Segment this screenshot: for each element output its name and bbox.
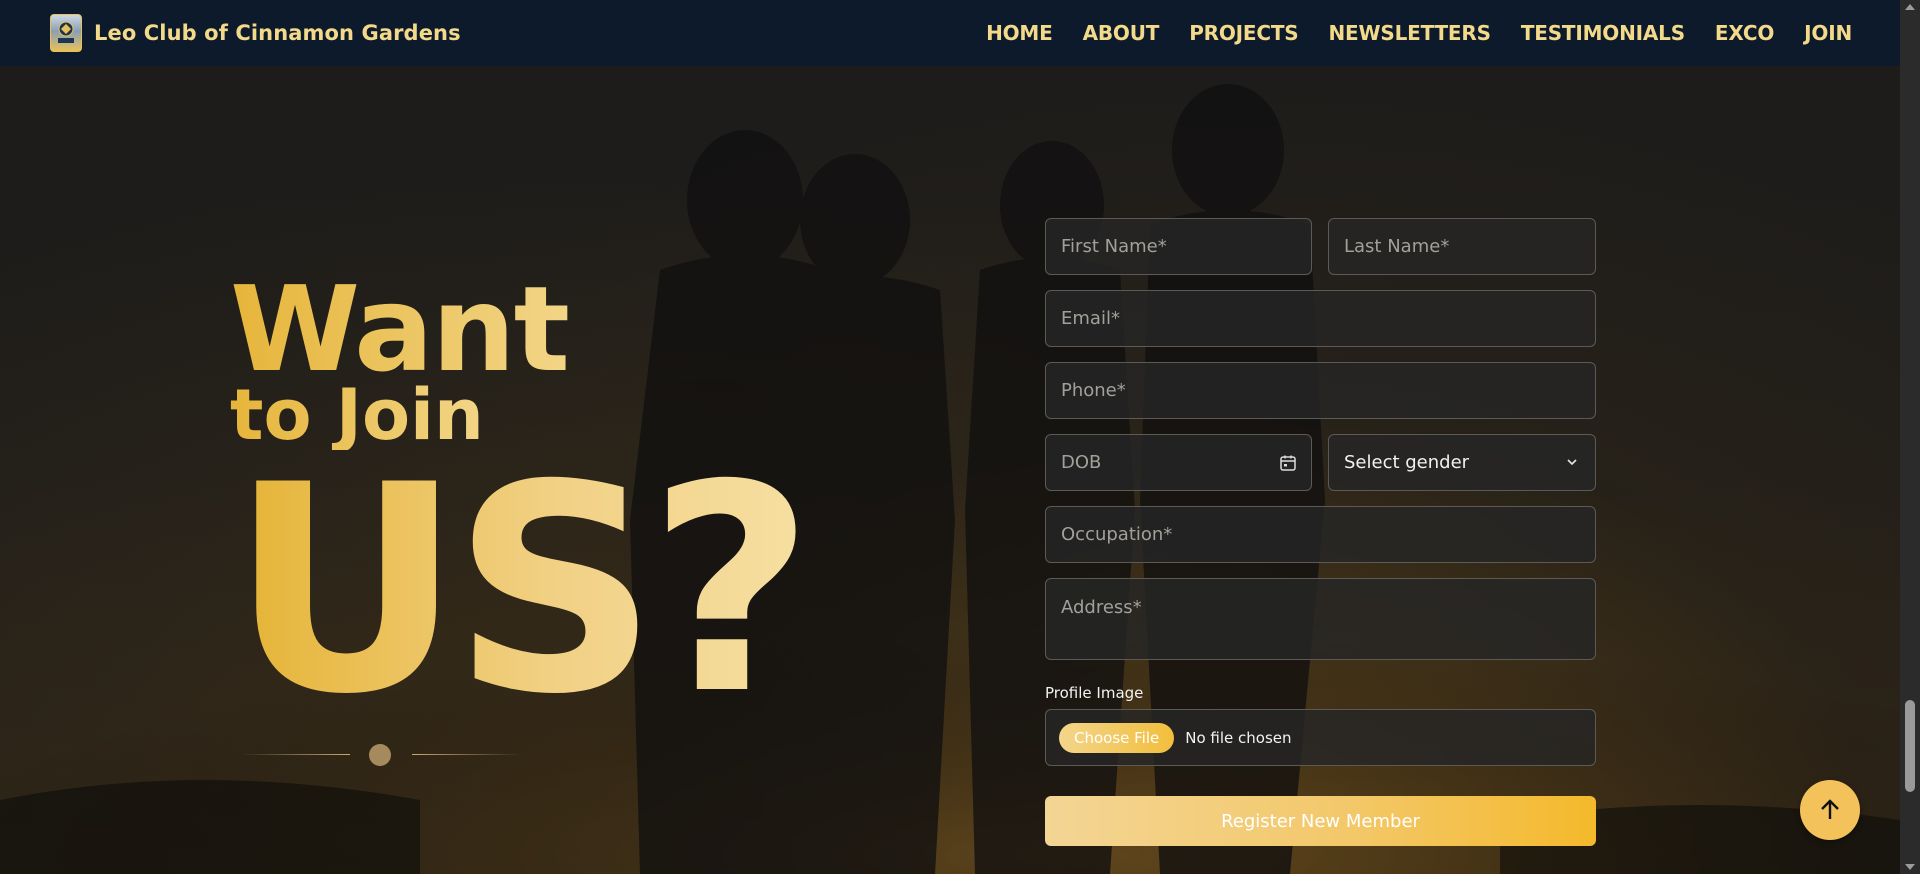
- file-status: No file chosen: [1185, 728, 1292, 747]
- chevron-down-icon: [1567, 459, 1577, 466]
- address-placeholder: Address*: [1061, 597, 1142, 618]
- profile-image-input[interactable]: Choose File No file chosen: [1045, 709, 1596, 766]
- profile-image-label: Profile Image: [1045, 684, 1144, 702]
- hero-line-us: US?: [230, 425, 814, 757]
- divider-line-left: [240, 754, 350, 755]
- scroll-down-arrow-icon[interactable]: [1905, 864, 1915, 870]
- page-scrollbar[interactable]: [1900, 0, 1920, 874]
- email-placeholder: Email*: [1061, 308, 1120, 329]
- top-navbar: Leo Club of Cinnamon Gardens HOME ABOUT …: [0, 0, 1900, 66]
- nav-exco[interactable]: EXCO: [1715, 21, 1774, 45]
- nav-links: HOME ABOUT PROJECTS NEWSLETTERS TESTIMON…: [956, 0, 1852, 66]
- gender-select[interactable]: Select gender: [1328, 434, 1596, 491]
- arrow-up-icon: [1821, 799, 1839, 819]
- brand[interactable]: Leo Club of Cinnamon Gardens: [50, 14, 461, 52]
- scroll-up-arrow-icon[interactable]: [1905, 4, 1915, 10]
- choose-file-button[interactable]: Choose File: [1059, 722, 1175, 753]
- last-name-field[interactable]: Last Name*: [1328, 218, 1596, 275]
- email-field[interactable]: Email*: [1045, 290, 1596, 347]
- scroll-to-top-button[interactable]: [1800, 780, 1860, 840]
- first-name-placeholder: First Name*: [1061, 236, 1167, 257]
- nav-newsletters[interactable]: NEWSLETTERS: [1329, 21, 1491, 45]
- divider-line-right: [412, 754, 522, 755]
- club-crest-icon: [50, 14, 82, 52]
- phone-placeholder: Phone*: [1061, 380, 1126, 401]
- hero-line-want: Want: [230, 260, 570, 398]
- divider-dot: [369, 744, 391, 766]
- nav-about[interactable]: ABOUT: [1083, 21, 1160, 45]
- dob-placeholder: DOB: [1061, 452, 1102, 473]
- occupation-placeholder: Occupation*: [1061, 524, 1173, 545]
- phone-field[interactable]: Phone*: [1045, 362, 1596, 419]
- dob-field[interactable]: DOB: [1045, 434, 1312, 491]
- nav-projects[interactable]: PROJECTS: [1189, 21, 1298, 45]
- decorative-divider: [240, 744, 530, 766]
- nav-home[interactable]: HOME: [986, 21, 1053, 45]
- brand-name: Leo Club of Cinnamon Gardens: [94, 21, 461, 45]
- scrollbar-thumb[interactable]: [1905, 700, 1915, 792]
- register-button[interactable]: Register New Member: [1045, 796, 1596, 846]
- calendar-icon[interactable]: [1279, 454, 1297, 472]
- occupation-field[interactable]: Occupation*: [1045, 506, 1596, 563]
- address-field[interactable]: Address*: [1045, 578, 1596, 660]
- nav-testimonials[interactable]: TESTIMONIALS: [1521, 21, 1685, 45]
- gender-selected-value: Select gender: [1344, 452, 1470, 473]
- last-name-placeholder: Last Name*: [1344, 236, 1450, 257]
- nav-join[interactable]: JOIN: [1804, 21, 1852, 45]
- first-name-field[interactable]: First Name*: [1045, 218, 1312, 275]
- join-page: Leo Club of Cinnamon Gardens HOME ABOUT …: [0, 0, 1920, 874]
